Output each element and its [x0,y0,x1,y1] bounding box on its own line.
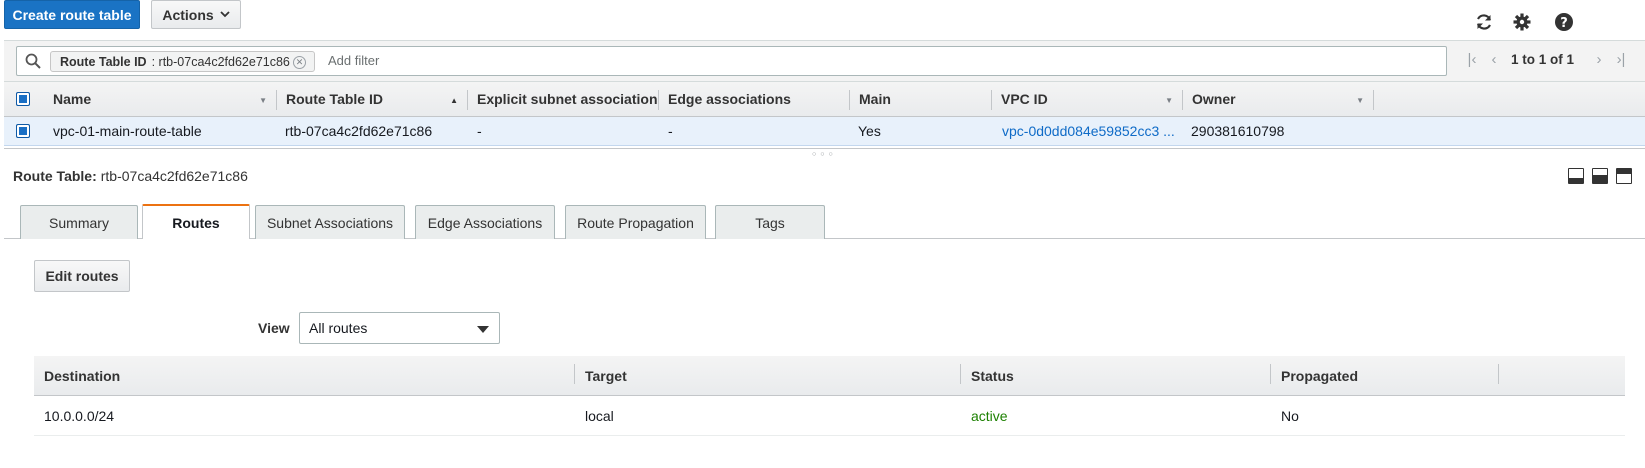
routes-table-row: 10.0.0.0/24 local active No [34,396,1625,436]
cell-main: Yes [858,123,881,139]
last-page-icon[interactable]: ›| [1610,51,1632,68]
column-header-explicit-subnet[interactable]: Explicit subnet association [468,82,659,116]
help-icon[interactable]: ? [1554,12,1574,32]
select-all-checkbox[interactable] [16,82,46,116]
sort-icon: ▼ [259,96,267,105]
create-route-table-button[interactable]: Create route table [4,0,140,29]
sort-asc-icon: ▲ [450,96,458,105]
caret-down-icon [477,326,489,333]
view-select-value: All routes [309,320,368,336]
route-target: local [585,407,614,424]
routes-column-header-target: Target [575,356,961,395]
route-status: active [971,407,1008,424]
svg-text:?: ? [1560,16,1568,31]
actions-label: Actions [162,6,214,23]
prev-page-icon[interactable]: ‹ [1483,51,1505,68]
filter-chip-value: : rtb-07ca4c2fd62e71c86 [151,54,290,69]
routes-column-label: Target [585,367,627,384]
tab-summary[interactable]: Summary [20,205,138,239]
tab-subnet-associations[interactable]: Subnet Associations [255,205,405,239]
first-page-icon[interactable]: |‹ [1461,51,1483,68]
cell-explicit-subnet: - [477,123,482,139]
cell-edge-associations: - [668,123,673,139]
search-input[interactable]: Route Table ID : rtb-07ca4c2fd62e71c86 ✕… [16,46,1447,76]
tab-route-propagation[interactable]: Route Propagation [565,205,706,239]
layout-split-icon[interactable] [1592,168,1608,184]
column-header-label: Explicit subnet association [477,91,658,107]
column-header-owner[interactable]: Owner ▼ [1183,82,1374,116]
layout-top-icon[interactable] [1616,168,1632,184]
pagination-label: 1 to 1 of 1 [1511,51,1575,67]
route-propagated: No [1281,407,1299,424]
search-icon [25,53,41,69]
tab-tags[interactable]: Tags [715,205,825,239]
column-header-label: Edge associations [668,91,791,107]
chevron-down-icon [220,11,230,18]
row-checkbox[interactable] [16,117,46,145]
actions-dropdown-button[interactable]: Actions [151,0,241,29]
edit-routes-button[interactable]: Edit routes [34,260,130,292]
route-destination: 10.0.0.0/24 [44,407,115,424]
sort-icon: ▼ [1356,96,1364,105]
cell-name: vpc-01-main-route-table [53,123,202,139]
cell-route-table-id: rtb-07ca4c2fd62e71c86 [285,123,433,139]
column-header-route-table-id[interactable]: Route Table ID ▲ [277,82,468,116]
view-label: View [258,320,290,336]
tab-routes[interactable]: Routes [142,204,250,239]
table-header: Name ▼ Route Table ID ▲ Explicit subnet as… [4,82,1645,117]
add-filter-placeholder[interactable]: Add filter [328,53,379,68]
pagination: |‹ ‹ 1 to 1 of 1 › ›| [1461,47,1632,71]
column-header-label: Main [859,91,891,107]
routes-column-label: Destination [44,367,121,384]
column-header-label: Name [53,91,92,107]
filter-chip-key: Route Table ID [60,54,147,69]
refresh-icon[interactable] [1474,12,1494,32]
view-select[interactable]: All routes [299,312,500,344]
tab-edge-associations[interactable]: Edge Associations [415,205,555,239]
column-header-name[interactable]: Name ▼ [46,82,277,116]
column-header-label: Route Table ID [286,91,383,107]
routes-column-label: Propagated [1281,367,1359,384]
panel-splitter[interactable]: ○○○ [4,148,1645,158]
layout-bottom-icon[interactable] [1568,168,1584,184]
cell-owner: 290381610798 [1191,123,1285,139]
next-page-icon[interactable]: › [1588,51,1610,68]
detail-title-value: rtb-07ca4c2fd62e71c86 [100,168,248,184]
filter-chip[interactable]: Route Table ID : rtb-07ca4c2fd62e71c86 ✕ [50,51,315,72]
sort-icon: ▼ [1165,96,1173,105]
detail-tabs: Summary Routes Subnet Associations Edge … [4,204,1645,239]
drag-handle-icon[interactable]: ○○○ [812,151,837,158]
layout-toggle-group [1568,168,1632,184]
column-header-vpc-id[interactable]: VPC ID ▼ [992,82,1183,116]
detail-title-key: Route Table: [13,168,97,184]
column-header-label: Owner [1192,91,1236,107]
filter-bar: Route Table ID : rtb-07ca4c2fd62e71c86 ✕… [4,40,1645,82]
column-header-edge-associations[interactable]: Edge associations [659,82,850,116]
vpc-id-link[interactable]: vpc-0d0dd084e59852cc3 ... [1002,117,1183,145]
close-icon[interactable]: ✕ [293,56,306,69]
gear-icon[interactable] [1512,12,1532,32]
detail-title: Route Table: rtb-07ca4c2fd62e71c86 [13,168,248,184]
routes-column-label: Status [971,367,1014,384]
routes-column-header-destination: Destination [34,356,575,395]
table-row[interactable]: vpc-01-main-route-table rtb-07ca4c2fd62e… [4,117,1645,146]
routes-table-header: Destination Target Status Propagated [34,356,1625,396]
column-header-main[interactable]: Main [850,82,992,116]
routes-column-header-propagated: Propagated [1271,356,1499,395]
column-header-label: VPC ID [1001,91,1048,107]
routes-column-header-status: Status [961,356,1271,395]
